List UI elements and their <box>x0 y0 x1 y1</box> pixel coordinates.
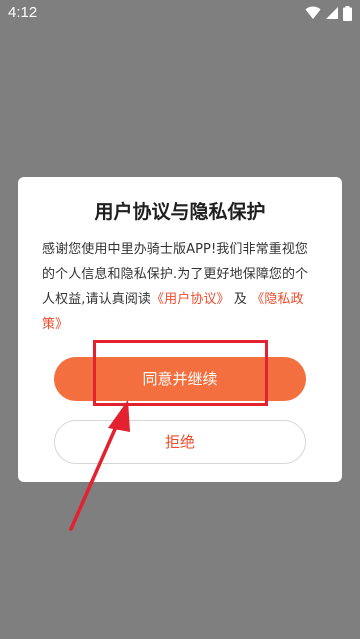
dialog-body: 感谢您使用中里办骑士版APP!我们非常重视您的个人信息和隐私保护.为了更好地保障… <box>42 237 320 337</box>
agree-continue-button[interactable]: 同意并继续 <box>54 357 306 401</box>
battery-icon <box>343 5 352 21</box>
and-text: 及 <box>233 292 247 307</box>
status-time: 4:12 <box>8 4 38 21</box>
status-icons <box>305 5 352 21</box>
privacy-dialog: 用户协议与隐私保护 感谢您使用中里办骑士版APP!我们非常重视您的个人信息和隐私… <box>18 177 342 482</box>
status-bar: 4:12 <box>0 0 360 26</box>
reject-button[interactable]: 拒绝 <box>54 420 306 464</box>
signal-icon <box>325 6 339 20</box>
dialog-title: 用户协议与隐私保护 <box>94 201 266 223</box>
user-agreement-link[interactable]: 《用户协议》 <box>151 292 230 307</box>
wifi-icon <box>305 6 321 20</box>
